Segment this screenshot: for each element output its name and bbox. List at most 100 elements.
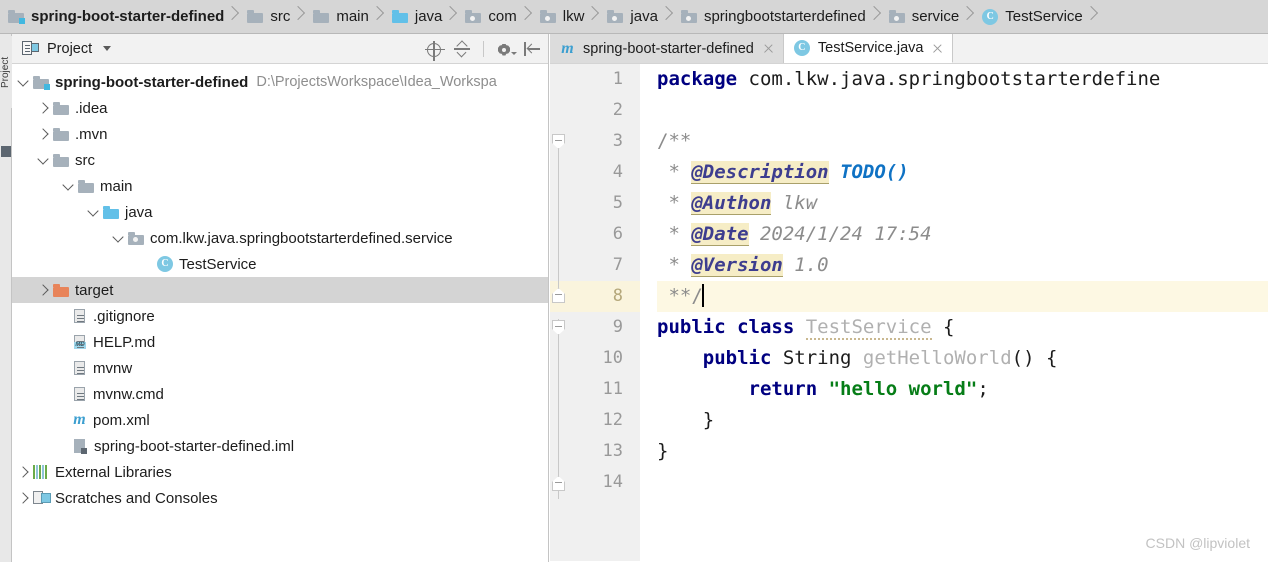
close-icon[interactable] [762, 42, 775, 55]
folder-icon [247, 10, 264, 23]
line-number: 6 [612, 224, 623, 244]
tree-item-path: D:\ProjectsWorkspace\Idea_Workspa [256, 74, 497, 90]
breadcrumb-item-com[interactable]: com [457, 0, 518, 33]
editor-tab-testservice[interactable]: C TestService.java [783, 34, 954, 63]
editor-tab-pom[interactable]: m spring-boot-starter-defined [550, 34, 784, 63]
structure-icon[interactable] [1, 146, 11, 157]
collapse-all-icon[interactable] [454, 41, 470, 58]
breadcrumb-label: java [630, 8, 658, 25]
chevron-down-icon[interactable] [111, 231, 125, 245]
chevron-right-icon[interactable] [16, 465, 30, 479]
tree-item-label: src [75, 151, 95, 169]
tree-row[interactable]: src [12, 147, 548, 173]
code-line-10: public String getHelloWorld() { [657, 343, 1268, 374]
locate-in-tree-icon[interactable] [425, 40, 445, 61]
fold-guide-line [558, 140, 560, 288]
javadoc-value: 2024/1/24 17:54 [748, 223, 932, 245]
breadcrumb-item-java-pkg[interactable]: java [599, 0, 660, 33]
code-keyword: package [657, 68, 738, 90]
line-number: 2 [612, 100, 623, 120]
module-folder-icon [33, 75, 50, 90]
chevron-down-icon[interactable] [16, 75, 30, 89]
tree-row[interactable]: C TestService [12, 251, 548, 277]
breadcrumb-item-project[interactable]: spring-boot-starter-defined [0, 0, 226, 33]
tree-item-label: HELP.md [93, 333, 156, 351]
code-line-5: * @Authon lkw [657, 188, 1268, 219]
chevron-right-icon[interactable] [16, 491, 30, 505]
package-icon [888, 10, 905, 23]
tree-row[interactable]: com.lkw.java.springbootstarterdefined.se… [12, 225, 548, 251]
breadcrumb-item-java[interactable]: java [384, 0, 445, 33]
code-text-column[interactable]: package com.lkw.java.springbootstarterde… [657, 64, 1268, 561]
breadcrumb-label: com [488, 8, 517, 25]
tree-row[interactable]: External Libraries [12, 459, 548, 485]
code-line-7: * @Version 1.0 [657, 250, 1268, 281]
tree-row[interactable]: .mvn [12, 121, 548, 147]
package-icon [607, 10, 624, 23]
package-icon [465, 10, 482, 23]
project-panel-title: Project [47, 40, 93, 57]
chevron-down-icon[interactable] [86, 205, 100, 219]
tree-item-label: .gitignore [93, 307, 155, 325]
breadcrumb-item-service[interactable]: service [881, 0, 962, 33]
folder-icon [53, 153, 69, 167]
project-tool-window: Project spring-boot-starter-defined D:\P… [12, 34, 549, 562]
package-icon [680, 10, 697, 23]
tree-row[interactable]: m pom.xml [12, 407, 548, 433]
code-comment: * [657, 161, 692, 183]
chevron-down-icon[interactable] [103, 46, 112, 51]
code-text: () { [1011, 347, 1058, 369]
tree-row[interactable]: mvnw.cmd [12, 381, 548, 407]
chevron-right-icon[interactable] [36, 127, 50, 141]
iml-file-icon [74, 438, 88, 454]
code-text: } [657, 440, 669, 462]
javadoc-tag: @Description [691, 161, 829, 184]
fold-guide-line [558, 319, 560, 499]
code-keyword: public [702, 347, 772, 369]
line-number: 12 [602, 410, 623, 430]
hide-panel-icon[interactable] [524, 41, 540, 57]
tree-row[interactable]: main [12, 173, 548, 199]
tree-row[interactable]: mvnw [12, 355, 548, 381]
breadcrumb-item-main[interactable]: main [305, 0, 371, 33]
code-string: "hello world" [817, 378, 978, 400]
code-editor[interactable]: 1 2 3 4 5 6 7 8 9 10 11 12 13 14 package… [550, 64, 1268, 561]
watermark: CSDN @lipviolet [1145, 535, 1250, 551]
tab-label: TestService.java [817, 40, 924, 56]
code-comment: * [657, 254, 692, 276]
tree-row[interactable]: .idea [12, 95, 548, 121]
breadcrumb-label: src [270, 8, 291, 25]
tree-row[interactable]: target [12, 277, 548, 303]
code-line-1: package com.lkw.java.springbootstarterde… [657, 64, 1268, 95]
settings-gear-icon[interactable] [497, 43, 517, 57]
chevron-down-icon[interactable] [36, 153, 50, 167]
breadcrumb-item-testservice[interactable]: C TestService [974, 0, 1085, 33]
chevron-right-icon[interactable] [36, 101, 50, 115]
tree-item-label: java [125, 203, 153, 221]
breadcrumb-item-springbootstarterdefined[interactable]: springbootstarterdefined [673, 0, 868, 33]
tree-item-label: .mvn [75, 125, 108, 143]
tree-row[interactable]: java [12, 199, 548, 225]
chevron-down-icon[interactable] [61, 179, 75, 193]
tree-row[interactable]: HELP.md [12, 329, 548, 355]
fold-column[interactable] [640, 64, 657, 561]
breadcrumb-item-src[interactable]: src [239, 0, 292, 33]
tree-row[interactable]: spring-boot-starter-defined D:\ProjectsW… [12, 69, 548, 95]
package-icon [539, 10, 556, 23]
close-icon[interactable] [931, 42, 944, 55]
maven-file-icon: m [561, 39, 574, 57]
breadcrumb-item-lkw[interactable]: lkw [532, 0, 587, 33]
tree-row[interactable]: Scratches and Consoles [12, 485, 548, 511]
code-class-name: TestService [805, 316, 932, 340]
java-class-icon: C [982, 8, 999, 25]
tab-label: spring-boot-starter-defined [583, 40, 754, 57]
tree-row[interactable]: .gitignore [12, 303, 548, 329]
code-line-11: return "hello world"; [657, 374, 1268, 405]
tool-window-button-project[interactable]: Project [0, 36, 12, 108]
code-comment: **/ [657, 285, 703, 307]
tree-row[interactable]: spring-boot-starter-defined.iml [12, 433, 548, 459]
tree-item-label: target [75, 281, 114, 299]
maven-file-icon: m [73, 411, 86, 428]
chevron-right-icon[interactable] [36, 283, 50, 297]
